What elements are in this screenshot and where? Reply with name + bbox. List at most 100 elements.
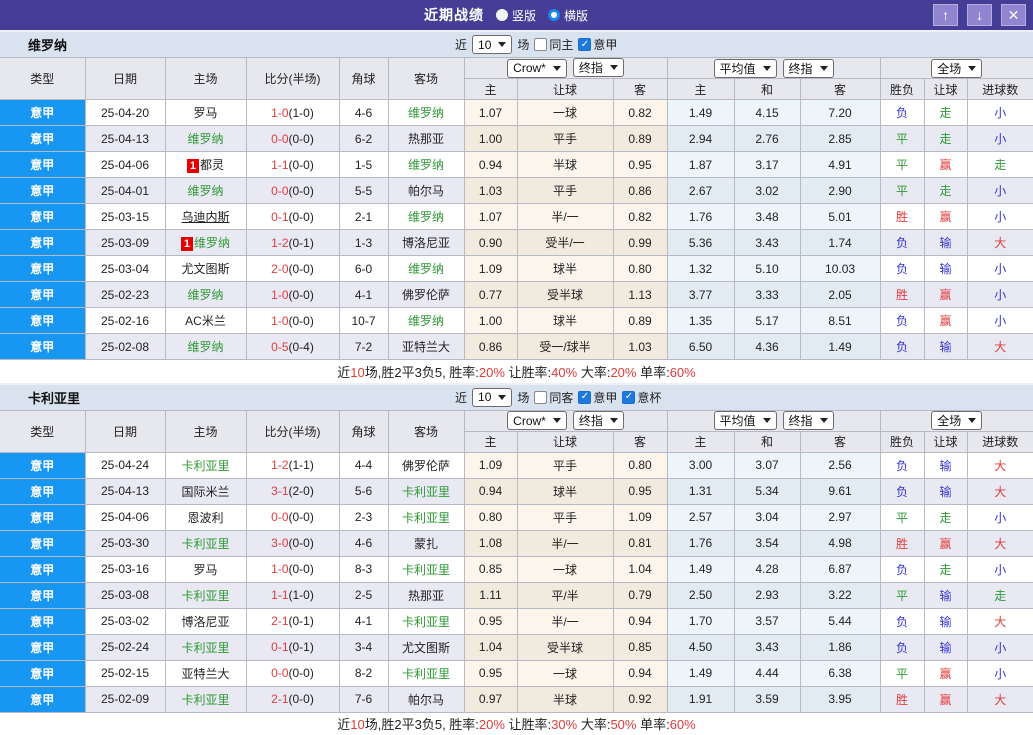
euro-away-odds: 9.61 [800,478,880,504]
summary-segment: 20% [610,365,636,380]
move-down-button[interactable]: ↓ [967,4,992,26]
serie-a-checkbox[interactable]: ✓意甲 [578,36,617,53]
result-text: 小 [994,511,1006,525]
move-up-button[interactable]: ↑ [933,4,958,26]
euro-away-odds: 6.38 [800,660,880,686]
summary-segment: 让胜率: [505,717,551,732]
result-winlose: 胜 [880,282,924,308]
result-text: 大 [994,615,1006,629]
result-text: 输 [940,615,952,629]
match-count-select[interactable]: 10 [472,35,512,54]
euro-home-odds: 1.49 [667,556,734,582]
result-winlose: 负 [880,334,924,360]
bookmaker-select[interactable]: Crow* [507,59,567,78]
fulltime-score: 2-1 [271,614,288,628]
euro-final-select[interactable]: 终指 [783,411,834,430]
score-cell: 1-0(0-0) [246,282,339,308]
layout-vertical-radio[interactable]: 竖版 [496,7,536,24]
summary-segment: 近 [337,365,350,380]
home-team-name: 尤文图斯 [181,262,229,276]
result-text: 走 [994,589,1006,603]
scope-select[interactable]: 全场 [931,411,982,430]
euro-final-select[interactable]: 终指 [783,59,834,78]
scope-select[interactable]: 全场 [931,59,982,78]
same-home-checkbox[interactable]: 同主 [534,36,573,53]
home-team-name: 都灵 [200,158,224,172]
handicap-home-odds: 0.86 [464,334,517,360]
away-team-name: 卡利亚里 [402,615,450,629]
date-cell: 25-04-24 [85,452,165,478]
col-handicap-line: 让球 [517,431,613,452]
home-team-name: 维罗纳 [187,132,223,146]
scope-value: 全场 [937,60,961,77]
handicap-final-select[interactable]: 终指 [573,411,624,430]
away-team-name: 亚特兰大 [402,340,450,354]
result-handicap: 输 [924,582,967,608]
average-value: 平均值 [720,60,756,77]
result-text: 走 [994,158,1006,172]
handicap-away-odds: 0.99 [613,230,667,256]
handicap-home-odds: 1.11 [464,582,517,608]
close-button[interactable]: ✕ [1001,4,1026,26]
league-cell: 意甲 [0,608,85,634]
checkbox-group: 同主 ✓意甲 [534,36,617,53]
home-team-name: 维罗纳 [187,184,223,198]
handicap-line: 平手 [517,178,613,204]
same-away-checkbox[interactable]: 同客 [534,389,573,406]
halftime-score: (0-0) [289,158,314,172]
serie-a-checkbox[interactable]: ✓意甲 [578,389,617,406]
handicap-line: 球半 [517,478,613,504]
handicap-final-select[interactable]: 终指 [573,58,624,77]
col-result-handicap: 让球 [924,431,967,452]
result-handicap: 输 [924,230,967,256]
result-text: 小 [994,184,1006,198]
result-handicap: 输 [924,634,967,660]
layout-horizontal-radio[interactable]: 横版 [548,7,588,24]
euro-away-odds: 2.90 [800,178,880,204]
col-handicap-away: 客 [613,431,667,452]
summary-segment: 20% [479,365,505,380]
col-handicap-line: 让球 [517,79,613,100]
corner-cell: 2-1 [339,204,388,230]
corner-cell: 5-5 [339,178,388,204]
away-team-cell: 卡利亚里 [388,608,464,634]
average-select[interactable]: 平均值 [714,411,777,430]
result-text: 小 [994,563,1006,577]
result-text: 平 [896,132,908,146]
result-winlose: 负 [880,478,924,504]
match-row: 意甲25-03-30卡利亚里3-0(0-0)4-6蒙扎1.08半/一0.811.… [0,530,1033,556]
home-team-cell: 卡利亚里 [165,452,246,478]
near-label: 近 [455,36,467,53]
handicap-away-odds: 0.92 [613,686,667,712]
away-team-cell: 卡利亚里 [388,478,464,504]
result-goals: 小 [967,660,1033,686]
summary-segment: 50% [610,717,636,732]
checkbox-label: 意杯 [637,389,661,406]
result-text: 输 [940,340,952,354]
radio-label: 竖版 [512,7,536,24]
date-cell: 25-04-01 [85,178,165,204]
halftime-score: (0-1) [289,236,314,250]
matches-body: 意甲25-04-24卡利亚里1-2(1-1)4-4佛罗伦萨1.09平手0.803… [0,452,1033,712]
bookmaker-select[interactable]: Crow* [507,411,567,430]
euro-draw-odds: 3.04 [734,504,800,530]
fulltime-score: 0-1 [271,210,288,224]
col-handicap-home: 主 [464,79,517,100]
handicap-odds-group-header: Crow* 终指 [464,58,667,79]
handicap-home-odds: 0.85 [464,556,517,582]
euro-draw-odds: 5.34 [734,478,800,504]
result-handicap: 走 [924,504,967,530]
score-cell: 3-0(0-0) [246,530,339,556]
games-label: 场 [517,36,529,53]
average-select[interactable]: 平均值 [714,59,777,78]
result-goals: 小 [967,256,1033,282]
coppa-italia-checkbox[interactable]: ✓意杯 [622,389,661,406]
chevron-down-icon [820,418,828,423]
result-winlose: 负 [880,556,924,582]
fulltime-score: 0-1 [271,640,288,654]
home-team-name: 卡利亚里 [181,693,229,707]
result-text: 平 [896,184,908,198]
match-count-select[interactable]: 10 [472,388,512,407]
home-team-name[interactable]: 乌迪内斯 [181,210,229,224]
match-row: 意甲25-03-091维罗纳1-2(0-1)1-3博洛尼亚0.90受半/一0.9… [0,230,1033,256]
